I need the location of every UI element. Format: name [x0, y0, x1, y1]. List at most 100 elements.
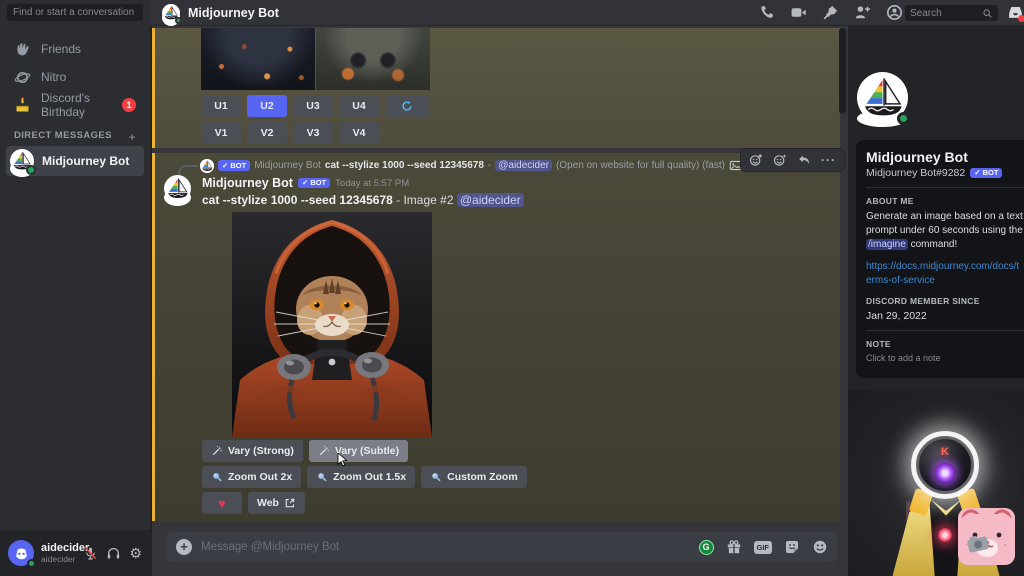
add-reaction-icon[interactable]	[749, 153, 763, 167]
username: aidecider	[41, 542, 90, 554]
mention-pill[interactable]: @aidecider	[495, 160, 552, 171]
variation-button-v4[interactable]: V4	[339, 122, 379, 144]
attach-plus-icon[interactable]: +	[176, 539, 192, 555]
wand-icon	[318, 445, 330, 457]
zoom-glass-icon	[211, 471, 223, 483]
user-controls: ⚙	[83, 546, 142, 561]
more-options-icon[interactable]: ···	[821, 153, 836, 167]
sticker-icon[interactable]	[784, 539, 800, 555]
imagine-command-pill[interactable]: /imagine	[866, 239, 908, 250]
mic-muted-icon[interactable]	[83, 546, 98, 561]
terms-link[interactable]: https://docs.midjourney.com/docs/terms-o…	[866, 260, 1024, 287]
variation-button-v2[interactable]: V2	[247, 122, 287, 144]
add-friend-icon[interactable]	[854, 4, 871, 21]
mouse-cursor	[337, 453, 349, 469]
message-author[interactable]: Midjourney Bot	[202, 176, 293, 190]
video-call-icon[interactable]	[790, 4, 807, 21]
profile-avatar[interactable]	[857, 72, 910, 127]
zoom-glass-icon	[430, 471, 442, 483]
external-link-icon	[284, 497, 296, 509]
grammarly-icon[interactable]: G	[698, 539, 714, 555]
scrollbar-thumb[interactable]	[839, 28, 846, 114]
heart-icon: ♥	[218, 495, 226, 511]
bot-badge: ✓ BOT	[218, 160, 251, 171]
member-since-value: Jan 29, 2022	[866, 310, 927, 322]
headphones-icon[interactable]	[106, 546, 121, 561]
sidebar-item-nitro[interactable]: Nitro	[6, 64, 144, 90]
custom-zoom-button[interactable]: Custom Zoom	[421, 466, 527, 488]
grid-image-2[interactable]	[316, 28, 430, 90]
dm-section-header: DIRECT MESSAGES +	[14, 130, 142, 144]
bot-badge: ✓ BOT	[297, 177, 331, 189]
zoom-out-2x-button[interactable]: Zoom Out 2x	[202, 466, 302, 488]
conversation-search-input[interactable]	[7, 4, 143, 21]
user-profile-icon[interactable]	[886, 4, 903, 21]
zoom-button-row: Zoom Out 2x Zoom Out 1.5x Custom Zoom	[202, 466, 527, 488]
user-names[interactable]: aidecider aidecider	[41, 542, 90, 564]
composer-icons: G GIF	[698, 539, 829, 555]
nitro-label: Nitro	[41, 70, 67, 84]
message-avatar[interactable]	[164, 175, 191, 206]
dm-header-label: DIRECT MESSAGES	[14, 130, 112, 141]
vary-subtle-button[interactable]: Vary (Subtle)	[308, 440, 409, 462]
message-hover-toolbar: ···	[740, 148, 845, 172]
grid-image-1[interactable]	[201, 28, 315, 90]
chest-glow	[938, 528, 952, 542]
pin-icon[interactable]	[822, 4, 839, 21]
custom-zoom-label: Custom Zoom	[447, 471, 518, 483]
upscale-button-u1[interactable]: U1	[201, 95, 241, 117]
create-dm-button[interactable]: +	[129, 130, 136, 144]
variation-button-row: V1 V2 V3 V4	[201, 122, 379, 144]
reply-reference[interactable]: ✓ BOT Midjourney Bot cat --stylize 1000 …	[200, 158, 742, 173]
divider	[866, 187, 1024, 188]
message-input-bar[interactable]: + G GIF	[166, 532, 838, 562]
emoji-icon[interactable]	[812, 539, 828, 555]
cat-illustration	[232, 212, 432, 437]
vary-strong-button[interactable]: Vary (Strong)	[202, 440, 303, 462]
birthday-label: Discord's Birthday	[41, 91, 90, 119]
search-input[interactable]	[910, 7, 982, 19]
profile-tag: Midjourney Bot#9282	[866, 167, 966, 179]
gif-picker-icon[interactable]: GIF	[753, 540, 772, 554]
upscale-button-u4[interactable]: U4	[339, 95, 379, 117]
user-avatar[interactable]	[8, 540, 36, 568]
upscaled-cat-image[interactable]	[232, 212, 432, 437]
profile-card: Midjourney Bot Midjourney Bot#9282 ✓ BOT…	[856, 140, 1024, 378]
about-me-text: Generate an image based on a text prompt…	[866, 210, 1024, 252]
super-reaction-icon[interactable]	[773, 153, 787, 167]
message-input[interactable]	[201, 541, 690, 553]
inbox-icon[interactable]	[1007, 4, 1024, 22]
sidebar-item-discords-birthday[interactable]: Discord's Birthday 1	[6, 91, 144, 119]
header-search[interactable]	[905, 5, 998, 21]
reply-icon[interactable]	[797, 153, 811, 167]
reply-prompt: cat --stylize 1000 --seed 12345678	[324, 160, 484, 171]
voice-call-icon[interactable]	[758, 4, 775, 21]
channel-header: Midjourney Bot	[150, 0, 1024, 26]
search-icon	[982, 8, 993, 19]
midjourney-avatar	[10, 149, 36, 177]
gift-icon[interactable]	[726, 539, 742, 555]
note-placeholder[interactable]: Click to add a note	[866, 353, 1024, 363]
profile-panel: Midjourney Bot Midjourney Bot#9282 ✓ BOT…	[848, 26, 1024, 576]
upscale-button-row: U1 U2 U3 U4	[201, 95, 429, 117]
reply-suffix: (Open on website for full quality) (fast…	[555, 160, 725, 171]
prompt-text: cat --stylize 1000 --seed 12345678	[202, 193, 393, 207]
upscale-button-u3[interactable]: U3	[293, 95, 333, 117]
zoom-out-15x-button[interactable]: Zoom Out 1.5x	[307, 466, 416, 488]
web-button[interactable]: Web	[248, 492, 305, 514]
variation-button-v1[interactable]: V1	[201, 122, 241, 144]
settings-gear-icon[interactable]: ⚙	[129, 546, 142, 560]
web-label: Web	[257, 497, 279, 509]
favorite-button[interactable]: ♥	[202, 492, 242, 514]
online-status-dot	[26, 165, 36, 175]
chat-scrollbar[interactable]	[839, 28, 846, 526]
dm-item-midjourney-bot[interactable]: Midjourney Bot	[6, 146, 144, 177]
sidebar-item-friends[interactable]: Friends	[6, 36, 144, 62]
variation-button-v3[interactable]: V3	[293, 122, 333, 144]
upscale-button-u2[interactable]: U2	[247, 95, 287, 117]
cake-icon	[14, 97, 31, 114]
message-timestamp: Today at 5:57 PM	[335, 177, 410, 189]
mention-pill[interactable]: @aidecider	[456, 193, 524, 207]
reroll-button[interactable]	[385, 95, 429, 117]
reply-author: Midjourney Bot	[254, 160, 321, 171]
